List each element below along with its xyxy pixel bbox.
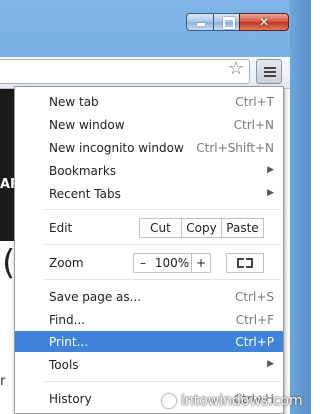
submenu-arrow-icon: ▶ [267,165,274,175]
menu-item-label: Tools [49,358,79,372]
menu-row-zoom: Zoom – 100% + [15,252,283,274]
menu-item-recent-tabs[interactable]: Recent Tabs ▶ [15,183,283,205]
menu-item-save-page-as[interactable]: Save page as... Ctrl+S [15,286,283,308]
minimize-button[interactable] [186,13,214,31]
menu-item-bookmarks[interactable]: Bookmarks ▶ [15,160,283,182]
chrome-menu: New tab Ctrl+T New window Ctrl+N New inc… [14,86,284,414]
zoom-out-button[interactable]: – [133,253,153,273]
menu-item-find[interactable]: Find... Ctrl+F [15,309,283,331]
menu-item-label: Print... [49,335,89,349]
menu-item-label: Recent Tabs [49,187,121,201]
paste-button[interactable]: Paste [221,218,264,238]
menu-icon [264,67,276,69]
menu-item-shortcut: Ctrl+P [235,335,274,349]
maximize-icon [223,17,235,29]
close-button[interactable]: ✕ [239,13,289,31]
menu-separator [45,381,281,382]
menu-item-shortcut: Ctrl+T [235,95,274,109]
menu-separator [45,279,281,280]
menu-item-new-incognito-window[interactable]: New incognito window Ctrl+Shift+N [15,137,283,159]
menu-item-label: Save page as... [49,290,142,304]
menu-item-shortcut: Ctrl+Shift+N [196,141,274,155]
close-icon: ✕ [258,15,270,29]
menu-item-label: History [49,392,92,406]
menu-row-edit: Edit Cut Copy Paste [15,217,283,239]
menu-separator [45,209,281,210]
menu-item-shortcut: Ctrl+S [234,290,274,304]
menu-item-label: Bookmarks [49,164,117,178]
zoom-level: 100% [152,253,192,273]
chrome-menu-button[interactable] [256,59,282,84]
window-right-border [290,0,311,414]
edit-label: Edit [49,221,73,235]
fullscreen-button[interactable] [226,253,264,273]
watermark-logo-icon [162,394,176,408]
menu-item-tools[interactable]: Tools ▶ [15,354,283,376]
menu-item-print[interactable]: Print... Ctrl+P [15,331,283,352]
submenu-arrow-icon: ▶ [267,188,274,198]
menu-item-label: Find... [49,313,86,327]
address-bar[interactable] [0,59,250,84]
menu-item-new-tab[interactable]: New tab Ctrl+T [15,91,283,113]
page-dark-banner [0,89,14,241]
menu-item-shortcut: Ctrl+N [233,118,274,132]
menu-item-label: New tab [49,95,99,109]
watermark-text: intowindows.com [181,393,303,409]
browser-toolbar: ☆ [0,57,290,89]
cut-button[interactable]: Cut [139,218,182,238]
zoom-in-button[interactable]: + [191,253,211,273]
page-side-letter: r [0,374,6,389]
menu-item-label: New incognito window [49,141,184,155]
submenu-arrow-icon: ▶ [267,359,274,369]
menu-item-shortcut: Ctrl+F [235,313,274,327]
menu-item-label: New window [49,118,125,132]
bookmark-star-icon[interactable]: ☆ [228,58,244,80]
zoom-label: Zoom [49,256,84,270]
maximize-button[interactable] [213,13,240,31]
menu-separator [45,244,281,245]
minimize-icon [197,23,205,26]
copy-button[interactable]: Copy [181,218,222,238]
menu-item-new-window[interactable]: New window Ctrl+N [15,114,283,136]
